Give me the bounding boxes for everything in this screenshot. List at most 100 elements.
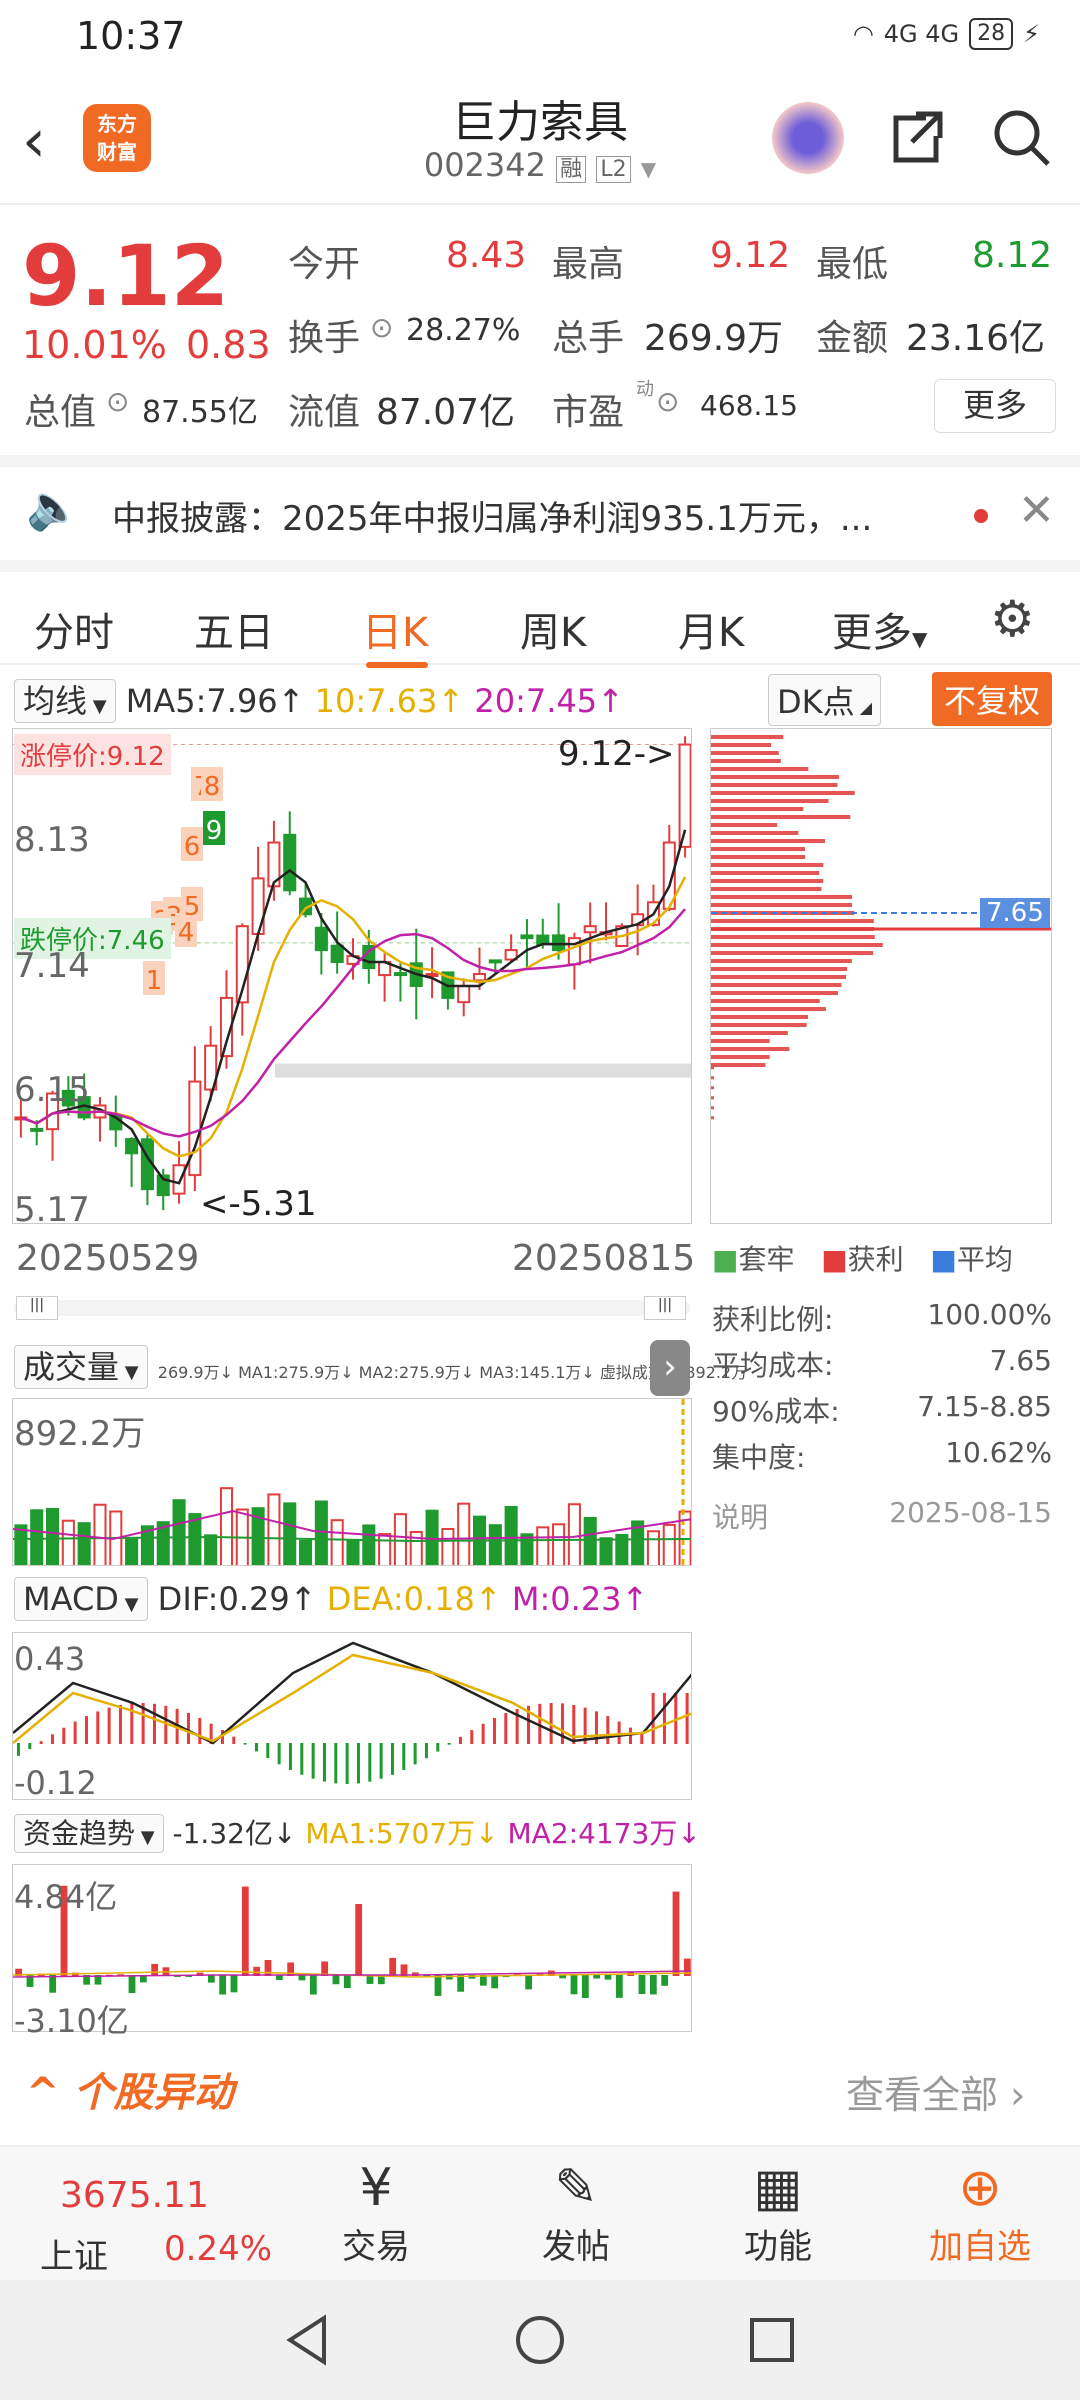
macd-bar xyxy=(288,1743,292,1770)
macd-bar xyxy=(662,1693,666,1744)
range-handle-left[interactable]: ||| xyxy=(16,1296,58,1320)
search-icon[interactable] xyxy=(990,106,1052,168)
chip-bar xyxy=(711,783,838,787)
change-pct: 10.01% xyxy=(22,323,167,367)
chip-bar xyxy=(711,863,824,867)
range-scrollbar[interactable] xyxy=(14,1300,690,1316)
post-icon: ✎ xyxy=(554,2158,598,2218)
macd-bar xyxy=(152,1703,156,1744)
trade-button[interactable]: ¥ 交易 xyxy=(306,2157,446,2268)
settings-gear-icon[interactable]: ⚙ xyxy=(990,590,1035,648)
chevron-down-icon: ▼ xyxy=(912,627,928,651)
volume-bar xyxy=(283,1502,297,1565)
info-icon[interactable]: ⊙ xyxy=(106,385,129,418)
tab-5day[interactable]: 五日 xyxy=(194,600,274,658)
pe-value: 468.15 xyxy=(700,389,798,422)
amount-value: 23.16亿 xyxy=(906,318,1046,359)
open-value: 8.43 xyxy=(446,235,527,276)
info-icon[interactable]: ⊙ xyxy=(656,385,679,418)
chip-row-key: 90%成本: xyxy=(712,1395,840,1428)
tab-more-label: 更多 xyxy=(832,610,912,656)
macd-bar xyxy=(28,1743,32,1750)
y-label-4: 6.15 xyxy=(14,1070,90,1110)
app-logo[interactable]: 东方 财富 xyxy=(83,104,151,172)
macd-chart[interactable] xyxy=(12,1632,692,1800)
range-handle-right[interactable]: ||| xyxy=(644,1296,686,1320)
low-label: 最低 xyxy=(816,244,889,285)
legend-swatch-blue: ■ xyxy=(930,1243,957,1276)
macd-bar xyxy=(458,1736,462,1744)
high-label: 最高 xyxy=(552,244,625,285)
chip-bar xyxy=(711,879,824,883)
close-icon[interactable]: ✕ xyxy=(1018,485,1055,536)
chip-row: 90%成本: 7.15-8.85 xyxy=(712,1390,1052,1430)
post-button[interactable]: ✎ 发帖 xyxy=(506,2157,646,2268)
view-all-link[interactable]: 查看全部 › xyxy=(846,2064,1025,2119)
turnover-value: 28.27% xyxy=(406,313,521,348)
assistant-avatar[interactable] xyxy=(772,102,844,174)
notice-banner[interactable]: 🔈 中报披露：2025年中报归属净利润935.1万元，... ✕ xyxy=(0,455,1080,560)
add-watchlist-button[interactable]: ⊕ 加自选 xyxy=(910,2157,1050,2268)
macd-bar xyxy=(254,1743,258,1752)
macd-bar xyxy=(504,1713,508,1744)
fund-bar xyxy=(207,1975,215,1983)
expand-arrow-icon[interactable]: › xyxy=(650,1340,690,1396)
chip-bar xyxy=(711,975,847,979)
tab-daily-k[interactable]: 日K xyxy=(362,600,428,658)
macd-bar xyxy=(311,1743,315,1779)
post-label: 发帖 xyxy=(542,2227,610,2267)
fund-select[interactable]: 资金趋势 ▼ xyxy=(14,1814,164,1853)
volume-bar xyxy=(172,1499,186,1565)
volume-bar xyxy=(378,1533,392,1565)
movement-section[interactable]: ^ 个股异动 xyxy=(26,2060,233,2118)
volume-bar xyxy=(267,1493,281,1565)
nav-back-icon[interactable] xyxy=(280,2312,336,2368)
macd-bar xyxy=(96,1711,100,1744)
nav-recents-icon[interactable] xyxy=(744,2312,800,2368)
float-cap-value: 87.07亿 xyxy=(376,392,516,433)
macd-select[interactable]: MACD ▼ xyxy=(14,1577,148,1621)
chevron-down-icon[interactable]: ▼ xyxy=(641,157,656,181)
chip-bar xyxy=(711,1047,790,1051)
share-icon[interactable] xyxy=(886,106,948,168)
fund-ma1: MA1:5707万↓ xyxy=(305,1817,499,1850)
functions-button[interactable]: ▦ 功能 xyxy=(708,2157,848,2268)
tab-more[interactable]: 更多▼ xyxy=(832,600,927,658)
explain-link[interactable]: 说明 xyxy=(712,1501,768,1534)
volume-bar xyxy=(583,1516,597,1565)
status-bar: 10:37 ◠ 4G 4G 28 ⚡ xyxy=(0,0,1080,72)
chip-bar xyxy=(711,767,809,771)
index-value[interactable]: 3675.11 xyxy=(60,2175,209,2216)
macd-bar xyxy=(492,1718,496,1744)
apps-icon: ▦ xyxy=(753,2158,803,2218)
chevron-down-icon: ▼ xyxy=(87,696,107,717)
dk-point-select[interactable]: DK点 ◢ xyxy=(768,674,882,726)
volume-bar xyxy=(330,1519,344,1565)
y-label-3: 7.14 xyxy=(14,946,90,986)
volume-select[interactable]: 成交量 ▼ xyxy=(14,1345,148,1389)
nav-home-icon[interactable] xyxy=(512,2312,568,2368)
volume-bar xyxy=(520,1533,534,1565)
ma-select[interactable]: 均线 ▼ xyxy=(14,679,116,723)
macd-bar xyxy=(198,1717,202,1744)
index-name: 上证 xyxy=(40,2237,108,2277)
tab-weekly-k[interactable]: 周K xyxy=(520,600,586,658)
info-icon[interactable]: ⊙ xyxy=(370,311,393,344)
macd-bar xyxy=(73,1721,77,1744)
tab-monthly-k[interactable]: 月K xyxy=(678,600,744,658)
candlestick-chart[interactable]: 123456789 xyxy=(12,728,692,1224)
chip-bar xyxy=(711,919,874,923)
candle-body xyxy=(393,972,407,977)
chip-bar xyxy=(711,1116,714,1120)
pe-dynamic-mark: 动 xyxy=(636,379,654,400)
macd-bar xyxy=(481,1723,485,1744)
tab-intraday[interactable]: 分时 xyxy=(34,600,114,658)
chip-bar xyxy=(711,951,874,955)
fund-bar xyxy=(332,1975,340,1985)
ma20-value: 20:7.45↑ xyxy=(474,682,624,720)
candle-body xyxy=(472,973,487,982)
more-button[interactable]: 更多 xyxy=(934,379,1056,433)
adjust-toggle[interactable]: 不复权 xyxy=(932,672,1053,726)
fund-bar xyxy=(672,1891,680,1976)
signal-label: 8 xyxy=(204,772,221,802)
